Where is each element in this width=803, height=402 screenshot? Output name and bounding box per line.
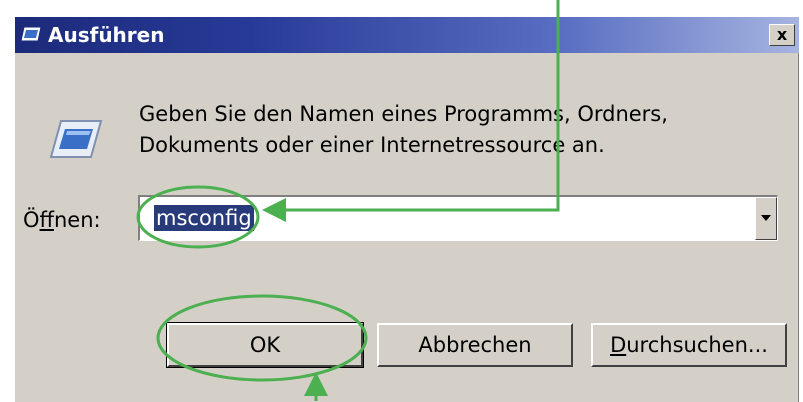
browse-accel: D xyxy=(610,333,627,357)
instruction-text: Geben Sie den Namen eines Programms, Ord… xyxy=(139,99,699,161)
cancel-button[interactable]: Abbrechen xyxy=(377,323,573,367)
run-dialog: Ausführen x Geben Sie den Namen eines Pr… xyxy=(14,16,799,402)
run-window-icon xyxy=(20,25,42,43)
open-label-accel: f xyxy=(39,208,54,232)
ok-button[interactable]: OK xyxy=(167,323,363,367)
browse-rest: urchsuchen... xyxy=(626,333,768,357)
open-label-first: Ö xyxy=(23,208,40,232)
dropdown-button[interactable] xyxy=(755,197,777,240)
window-title: Ausführen xyxy=(48,23,165,47)
open-label: Öffnen: xyxy=(23,207,101,233)
open-input[interactable]: msconfig xyxy=(154,205,254,231)
open-label-rest: fnen: xyxy=(54,208,101,232)
browse-button[interactable]: Durchsuchen... xyxy=(591,323,787,367)
instruction-line-2: Dokuments oder einer Internetressource a… xyxy=(139,133,605,157)
open-combobox[interactable]: msconfig xyxy=(138,195,778,241)
run-program-icon xyxy=(47,117,103,161)
instruction-line-1: Geben Sie den Namen eines Programms, Ord… xyxy=(139,102,668,126)
title-bar[interactable]: Ausführen x xyxy=(15,17,799,53)
chevron-down-icon xyxy=(761,215,771,221)
close-button[interactable]: x xyxy=(769,24,795,46)
